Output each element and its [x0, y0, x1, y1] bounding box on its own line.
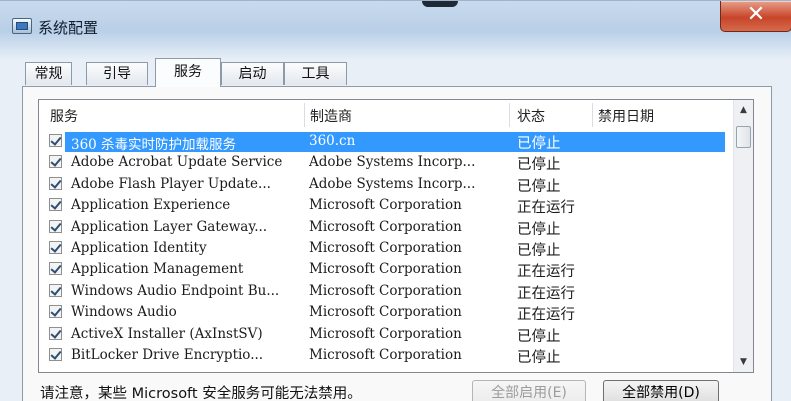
- header-divider[interactable]: [592, 103, 593, 127]
- service-status: 已停止: [517, 136, 561, 152]
- service-name: Application Management: [71, 261, 244, 278]
- service-checkbox[interactable]: [49, 348, 62, 361]
- security-notice: 请注意，某些 Microsoft 安全服务可能无法禁用。: [40, 386, 362, 401]
- service-status: 正在运行: [517, 307, 575, 324]
- service-checkbox[interactable]: [49, 219, 62, 233]
- header-service[interactable]: 服务: [50, 106, 78, 126]
- service-manufacturer: Microsoft Corporation: [309, 218, 462, 235]
- tab-label: 启动: [238, 66, 267, 82]
- list-header: 服务 制造商 状态 禁用日期: [39, 100, 733, 130]
- scroll-down-arrow-icon[interactable]: ▼: [736, 354, 751, 370]
- service-name: BitLocker Drive Encryptio...: [71, 347, 264, 363]
- tab-label: 引导: [103, 66, 131, 82]
- service-status: 已停止: [517, 157, 561, 174]
- service-name: Adobe Acrobat Update Service: [71, 154, 283, 171]
- header-manufacturer[interactable]: 制造商: [310, 106, 352, 126]
- window-title: 系统配置: [38, 19, 99, 37]
- service-manufacturer: Microsoft Corporation: [309, 197, 462, 214]
- scroll-up-arrow-icon[interactable]: ▲: [736, 102, 751, 118]
- service-status: 已停止: [517, 221, 561, 238]
- service-checkbox[interactable]: [49, 198, 62, 212]
- service-checkbox[interactable]: [49, 326, 62, 340]
- service-status: 已停止: [517, 328, 561, 345]
- service-checkbox[interactable]: [49, 155, 62, 169]
- system-configuration-window: 系统配置 ✕ 常规 引导 服务 启动 工具 服务 制造商 状态 禁用日期 360…: [0, 0, 791, 401]
- tab-boot[interactable]: 引导: [86, 62, 148, 85]
- service-name: Application Experience: [71, 197, 231, 214]
- header-status[interactable]: 状态: [517, 106, 545, 126]
- service-status: 已停止: [517, 243, 561, 259]
- table-row[interactable]: Application Layer Gateway... Microsoft Co…: [39, 217, 733, 238]
- table-row[interactable]: 360 杀毒实时防护加载服务 360.cn 已停止: [39, 131, 733, 153]
- header-divider[interactable]: [304, 103, 305, 127]
- tab-label: 服务: [174, 64, 202, 80]
- service-name: ActiveX Installer (AxInstSV): [71, 325, 263, 342]
- enable-all-button[interactable]: 全部启用(E): [472, 380, 586, 401]
- table-row[interactable]: Application Identity Microsoft Corporatio…: [39, 238, 733, 259]
- close-icon: ✕: [746, 2, 766, 27]
- service-checkbox[interactable]: [49, 262, 62, 276]
- table-row[interactable]: Adobe Acrobat Update Service Adobe System…: [39, 152, 733, 173]
- service-manufacturer: Microsoft Corporation: [309, 240, 462, 256]
- service-status: 正在运行: [517, 285, 575, 302]
- table-row[interactable]: BitLocker Drive Encryptio... Microsoft Co…: [39, 345, 733, 366]
- service-checkbox[interactable]: [49, 176, 62, 190]
- close-button[interactable]: ✕: [720, 1, 791, 32]
- tab-label: 常规: [34, 66, 63, 82]
- service-name: Application Identity: [71, 240, 207, 256]
- services-list[interactable]: 服务 制造商 状态 禁用日期 360 杀毒实时防护加载服务 360.cn 已停止 Ad…: [38, 99, 754, 373]
- service-manufacturer: Microsoft Corporation: [309, 347, 462, 363]
- service-name: Windows Audio: [71, 304, 177, 321]
- tab-startup[interactable]: 启动: [221, 62, 284, 85]
- service-status: 已停止: [517, 350, 561, 366]
- service-status: 正在运行: [517, 200, 575, 217]
- msconfig-icon: [12, 18, 32, 34]
- title-bar[interactable]: 系统配置 ✕: [0, 1, 791, 45]
- tab-label: 工具: [301, 66, 330, 82]
- service-manufacturer: Microsoft Corporation: [309, 261, 462, 278]
- tab-tools[interactable]: 工具: [284, 62, 347, 85]
- service-manufacturer: 360.cn: [309, 133, 356, 149]
- service-checkbox[interactable]: [49, 283, 62, 297]
- service-status: 正在运行: [517, 264, 575, 281]
- table-row[interactable]: Adobe Flash Player Update... Adobe System…: [39, 174, 733, 195]
- table-row[interactable]: Application Experience Microsoft Corporat…: [39, 195, 733, 216]
- table-row[interactable]: Application Management Microsoft Corporat…: [39, 259, 733, 280]
- service-manufacturer: Adobe Systems Incorp...: [309, 154, 476, 171]
- service-manufacturer: Microsoft Corporation: [309, 325, 462, 342]
- service-manufacturer: Microsoft Corporation: [309, 304, 462, 321]
- service-checkbox[interactable]: [49, 305, 62, 319]
- disable-all-button[interactable]: 全部禁用(D): [603, 380, 719, 401]
- service-status: 已停止: [517, 178, 561, 195]
- service-name: Adobe Flash Player Update...: [71, 175, 271, 192]
- table-row[interactable]: ActiveX Installer (AxInstSV) Microsoft Co…: [39, 324, 733, 345]
- service-checkbox[interactable]: [49, 241, 62, 254]
- header-divider[interactable]: [509, 103, 510, 127]
- service-checkbox[interactable]: [49, 134, 62, 147]
- service-manufacturer: Microsoft Corporation: [309, 282, 462, 299]
- header-disabled-date[interactable]: 禁用日期: [598, 106, 654, 126]
- table-row[interactable]: Windows Audio Microsoft Corporation 正在运行: [39, 302, 733, 323]
- service-manufacturer: Adobe Systems Incorp...: [309, 175, 476, 192]
- table-row[interactable]: Windows Audio Endpoint Bu... Microsoft Co…: [39, 281, 733, 302]
- tab-general[interactable]: 常规: [25, 62, 72, 85]
- tab-services[interactable]: 服务: [155, 58, 221, 87]
- service-name: 360 杀毒实时防护加载服务: [71, 137, 237, 153]
- service-name: Windows Audio Endpoint Bu...: [71, 282, 280, 299]
- scroll-thumb[interactable]: [736, 126, 751, 148]
- vertical-scrollbar[interactable]: ▲ ▼: [733, 100, 753, 372]
- service-name: Application Layer Gateway...: [71, 218, 268, 235]
